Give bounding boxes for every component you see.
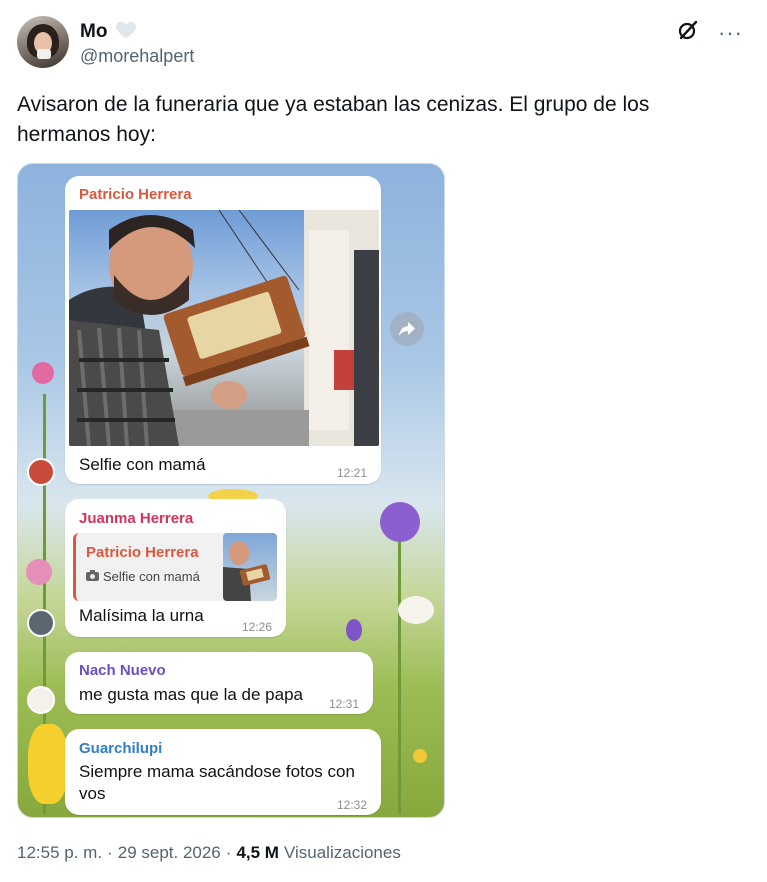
message-time: 12:26 [241,620,272,634]
flower [398,596,434,624]
chat-message[interactable]: Juanma Herrera Patricio Herrera Selfie c… [65,499,286,637]
sender-avatar[interactable] [27,458,55,486]
chat-message[interactable]: Guarchilupi Siempre mama sacándose fotos… [65,729,381,815]
author-avatar[interactable] [17,16,69,68]
reply-sender: Patricio Herrera [86,544,199,561]
selfie-photo[interactable] [69,210,379,446]
sender-avatar[interactable] [27,686,55,714]
message-sender: Nach Nuevo [79,662,166,679]
meta-separator: · [225,843,232,862]
message-text: Selfie con mamá [79,455,206,474]
camera-icon [86,569,99,584]
top-actions: ··· [676,18,743,47]
message-text: Malísima la urna [79,606,204,625]
author-display-name[interactable]: Mo [80,21,107,43]
heart-icon [115,19,137,44]
grok-icon[interactable] [676,18,700,47]
selfie-illustration [69,210,379,446]
flower [32,362,54,384]
reply-text: Selfie con mamá [103,569,200,584]
views-count[interactable]: 4,5 M [236,843,279,863]
flower-stem [398,534,401,814]
message-time: 12:32 [336,798,367,812]
author-handle[interactable]: @morehalpert [80,46,194,67]
message-time: 12:21 [336,466,367,480]
more-icon[interactable]: ··· [718,21,743,44]
message-sender: Guarchilupi [79,740,163,757]
flower [26,559,52,585]
message-sender: Juanma Herrera [79,510,194,527]
reply-thumbnail [223,533,277,601]
tweet-text: Avisaron de la funeraria que ya estaban … [17,93,650,146]
message-time: 12:31 [328,697,359,711]
flower [28,724,68,804]
message-sender: Patricio Herrera [79,186,192,203]
tweet-media[interactable]: Patricio Herrera Selfie con mamá 12:21 J… [17,163,445,818]
tweet-meta: 12:55 p. m. · 29 sept. 2026 · 4,5 M Visu… [17,843,401,863]
flower [380,502,420,542]
flower [346,619,362,641]
chat-message[interactable]: Patricio Herrera Selfie con mamá 12:21 [65,176,381,484]
message-text-line2: vos [79,784,106,803]
message-text: me gusta mas que la de papa [79,685,303,704]
meta-separator: · [107,843,113,862]
share-forward-icon[interactable] [390,312,424,346]
avatar-cup [37,49,51,59]
views-label: Visualizaciones [283,843,401,862]
tweet-time[interactable]: 12:55 p. m. [17,843,102,863]
flower [413,749,427,763]
message-text-line1: Siempre mama sacándose fotos con [79,762,355,781]
name-row: Mo [80,19,137,44]
tweet-date[interactable]: 29 sept. 2026 [118,843,221,863]
sender-avatar[interactable] [27,609,55,637]
chat-message[interactable]: Nach Nuevo me gusta mas que la de papa 1… [65,652,373,714]
reply-preview: Selfie con mamá [86,569,200,584]
